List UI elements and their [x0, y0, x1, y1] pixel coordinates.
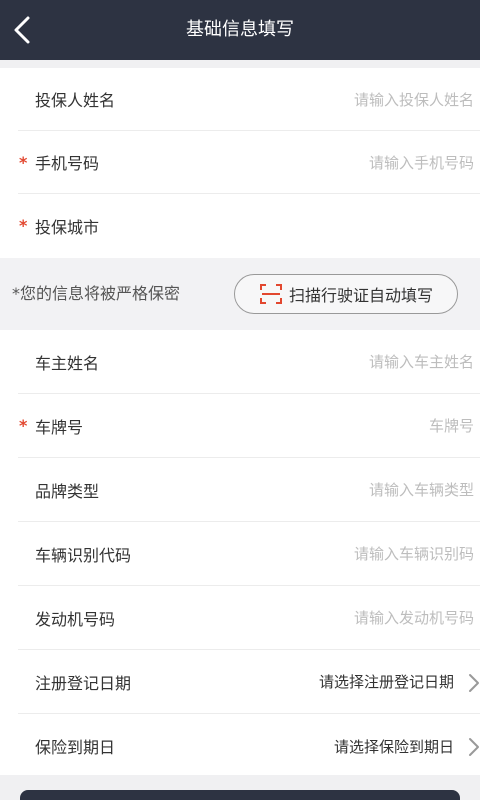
engine-input[interactable]: 请输入发动机号码: [354, 586, 474, 649]
chevron-right-icon: [469, 674, 479, 692]
required-mark: *: [19, 152, 28, 172]
owner-name-input[interactable]: 请输入车主姓名: [369, 330, 474, 393]
vehicle-section: 车主姓名 请输入车主姓名 * 车牌号 车牌号 品牌类型 请输入车辆类型 车辆识别…: [0, 330, 480, 775]
phone-row[interactable]: * 手机号码 请输入手机号码: [18, 131, 480, 194]
vin-row[interactable]: 车辆识别代码 请输入车辆识别码: [18, 522, 480, 586]
expiry-date-row[interactable]: 保险到期日 请选择保险到期日: [18, 714, 480, 778]
city-label: 投保城市: [35, 217, 100, 237]
engine-label: 发动机号码: [35, 609, 116, 629]
vin-label: 车辆识别代码: [35, 545, 132, 565]
phone-input[interactable]: 请输入手机号码: [369, 131, 474, 193]
submit-button[interactable]: [20, 790, 460, 800]
owner-name-row[interactable]: 车主姓名 请输入车主姓名: [18, 330, 480, 394]
brand-label: 品牌类型: [35, 481, 100, 501]
nav-bar: 基础信息填写: [0, 0, 480, 60]
applicant-name-row[interactable]: 投保人姓名 请输入投保人姓名: [18, 68, 480, 131]
chevron-right-icon: [469, 738, 479, 756]
expiry-date-label: 保险到期日: [35, 738, 116, 757]
plate-label: 车牌号: [35, 417, 84, 437]
privacy-notice-text: *您的信息将被严格保密: [12, 284, 181, 303]
scan-icon: [259, 284, 282, 304]
register-date-label: 注册登记日期: [35, 673, 132, 693]
required-mark: *: [19, 416, 28, 435]
page-title: 基础信息填写: [186, 19, 294, 40]
applicant-section: 投保人姓名 请输入投保人姓名 * 手机号码 请输入手机号码 * 投保城市: [0, 68, 480, 258]
owner-name-label: 车主姓名: [35, 353, 100, 373]
plate-input[interactable]: 车牌号: [429, 394, 474, 457]
vin-input[interactable]: 请输入车辆识别码: [354, 522, 474, 585]
phone-label: 手机号码: [35, 154, 100, 173]
engine-row[interactable]: 发动机号码 请输入发动机号码: [18, 586, 480, 650]
register-date-picker[interactable]: 请选择注册登记日期: [319, 650, 454, 713]
expiry-date-picker[interactable]: 请选择保险到期日: [334, 714, 454, 778]
register-date-row[interactable]: 注册登记日期 请选择注册登记日期: [18, 650, 480, 714]
plate-row[interactable]: * 车牌号 车牌号: [18, 394, 480, 458]
brand-input[interactable]: 请输入车辆类型: [369, 458, 474, 521]
applicant-name-label: 投保人姓名: [35, 91, 116, 110]
scan-button-label: 扫描行驶证自动填写: [288, 286, 433, 305]
scan-license-button[interactable]: 扫描行驶证自动填写: [234, 274, 458, 314]
required-mark: *: [19, 216, 28, 235]
brand-row[interactable]: 品牌类型 请输入车辆类型: [18, 458, 480, 522]
city-row[interactable]: * 投保城市: [18, 194, 480, 257]
applicant-name-input[interactable]: 请输入投保人姓名: [354, 68, 474, 130]
